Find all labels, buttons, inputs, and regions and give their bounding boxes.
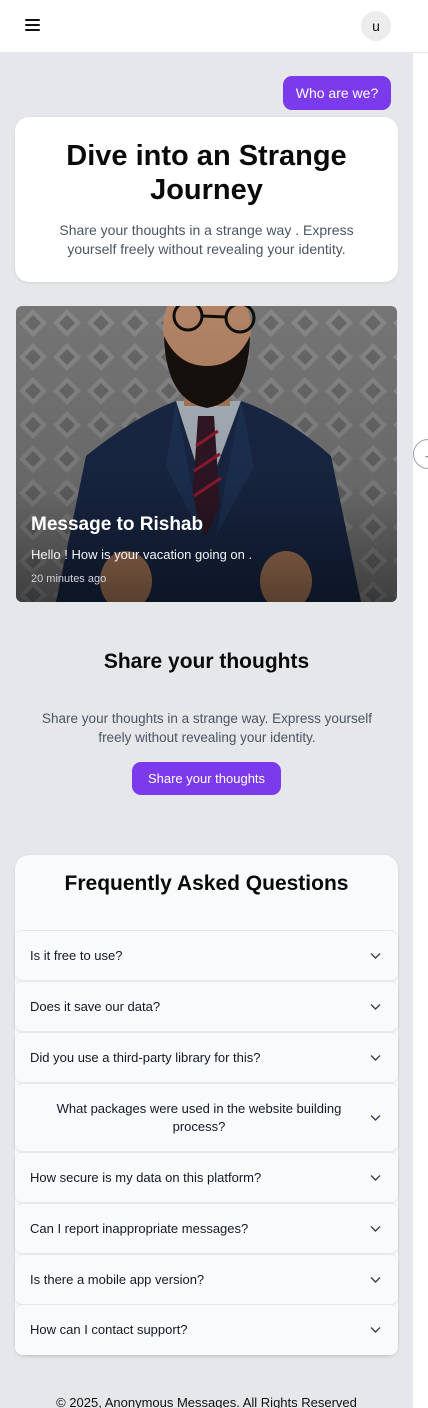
who-are-we-button[interactable]: Who are we? xyxy=(283,76,391,110)
faq-question: Is it free to use? xyxy=(30,947,123,963)
hero-card: Dive into an Strange Journey Share your … xyxy=(15,117,398,282)
message-timestamp: 20 minutes ago xyxy=(31,573,107,585)
faq-item-packages[interactable]: What packages were used in the website b… xyxy=(15,1083,398,1151)
footer-copyright: © 2025, Anonymous Messages. All Rights R… xyxy=(56,1395,357,1408)
hero-subtitle: Share your thoughts in a strange way . E… xyxy=(59,222,354,257)
faq-question: How secure is my data on this platform? xyxy=(30,1169,262,1185)
chevron-down-icon xyxy=(370,1225,381,1232)
chevron-down-icon xyxy=(370,1003,381,1010)
chevron-down-icon xyxy=(370,1174,381,1181)
faq-item-security[interactable]: How secure is my data on this platform? xyxy=(15,1152,398,1202)
faq-question: What packages were used in the website b… xyxy=(56,1100,342,1134)
faq-item-data[interactable]: Does it save our data? xyxy=(15,981,398,1031)
chevron-down-icon xyxy=(370,952,381,959)
user-avatar[interactable]: u xyxy=(361,11,391,41)
share-section-title: Share your thoughts xyxy=(103,650,310,673)
carousel-next-button[interactable]: → xyxy=(413,439,428,469)
message-carousel-card[interactable]: Message to Rishab Hello ! How is your va… xyxy=(16,306,397,602)
hamburger-menu-icon[interactable] xyxy=(25,19,40,33)
chevron-down-icon xyxy=(370,1054,381,1061)
top-navbar: u xyxy=(0,0,428,53)
faq-question: How can I contact support? xyxy=(30,1322,188,1337)
faq-title: Frequently Asked Questions xyxy=(64,872,349,895)
faq-item-report[interactable]: Can I report inappropriate messages? xyxy=(15,1203,398,1253)
chevron-down-icon xyxy=(370,1276,381,1283)
faq-item-library[interactable]: Did you use a third-party library for th… xyxy=(15,1032,398,1082)
faq-question: Can I report inappropriate messages? xyxy=(30,1220,249,1236)
faq-question: Does it save our data? xyxy=(30,998,161,1014)
faq-card: Frequently Asked Questions Is it free to… xyxy=(15,855,398,1355)
message-title: Message to Rishab xyxy=(31,514,204,535)
faq-item-free[interactable]: Is it free to use? xyxy=(15,930,398,980)
chevron-down-icon xyxy=(370,1327,381,1333)
chevron-down-icon xyxy=(370,1114,381,1121)
share-thoughts-button[interactable]: Share your thoughts xyxy=(132,762,281,795)
faq-question: Did you use a third-party library for th… xyxy=(30,1049,261,1065)
message-body: Hello ! How is your vacation going on . xyxy=(31,547,253,562)
faq-item-contact[interactable]: How can I contact support? xyxy=(15,1304,398,1355)
hero-title: Dive into an Strange Journey xyxy=(66,140,347,206)
faq-item-mobile-app[interactable]: Is there a mobile app version? xyxy=(15,1254,398,1304)
faq-question: Is there a mobile app version? xyxy=(30,1271,205,1287)
share-section-subtitle: Share your thoughts in a strange way. Ex… xyxy=(42,711,372,745)
